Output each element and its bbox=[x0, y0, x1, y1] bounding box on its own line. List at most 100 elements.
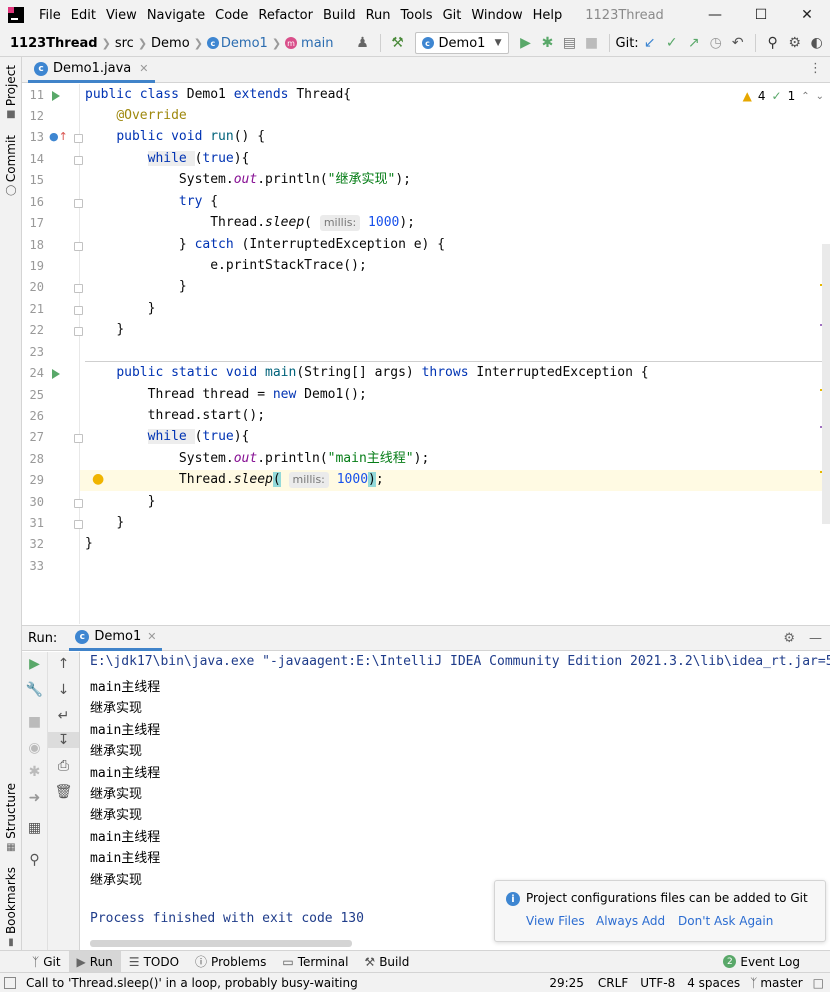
arrow-down-icon[interactable]: ↓ bbox=[48, 682, 79, 698]
fold-marker[interactable] bbox=[74, 499, 83, 508]
fold-marker[interactable] bbox=[74, 134, 83, 143]
terminal-tool-tab[interactable]: ▭ Terminal bbox=[274, 951, 356, 973]
java-class-icon: c bbox=[34, 61, 48, 76]
fold-marker[interactable] bbox=[74, 520, 83, 529]
menu-window[interactable]: Window bbox=[466, 8, 527, 23]
run-configuration-select[interactable]: c Demo1 ▼ bbox=[414, 32, 509, 54]
line-separator[interactable]: CRLF bbox=[598, 976, 628, 990]
search-icon[interactable]: ⚲ bbox=[762, 32, 784, 54]
rerun-icon[interactable]: ▶ bbox=[22, 656, 47, 672]
commit-tool-tab[interactable]: Commit ◯ bbox=[0, 135, 22, 196]
more-options-icon[interactable]: ⋮ bbox=[809, 61, 822, 76]
menu-navigate[interactable]: Navigate bbox=[142, 8, 210, 23]
gear-icon[interactable]: ⚙ bbox=[784, 32, 806, 54]
run-gutter-icon[interactable] bbox=[52, 91, 60, 101]
menu-code[interactable]: Code bbox=[210, 8, 253, 23]
layout-icon[interactable]: ▦ bbox=[22, 820, 47, 836]
editor-scrollbar[interactable] bbox=[822, 244, 830, 524]
rollback-icon[interactable]: ↶ bbox=[727, 32, 749, 54]
close-tab-icon[interactable]: ✕ bbox=[139, 62, 148, 75]
menu-build[interactable]: Build bbox=[318, 8, 361, 23]
debug-icon[interactable]: ✱ bbox=[22, 764, 47, 780]
code-with-me-icon[interactable]: ◐ bbox=[806, 32, 828, 54]
always-add-link[interactable]: Always Add bbox=[596, 914, 665, 928]
breadcrumb-src[interactable]: src bbox=[111, 36, 138, 51]
menu-edit[interactable]: Edit bbox=[66, 8, 101, 23]
run-gutter-icon[interactable] bbox=[52, 369, 60, 379]
code-editor[interactable]: 11 12 13 14 15 16 17 18 19 20 21 22 23 2… bbox=[22, 84, 830, 624]
toggle-tool-windows-icon[interactable] bbox=[4, 976, 16, 989]
breadcrumb-project[interactable]: 1123Thread bbox=[6, 36, 102, 51]
minimize-button[interactable]: — bbox=[692, 0, 738, 30]
hide-panel-icon[interactable]: — bbox=[809, 631, 822, 646]
dont-ask-again-link[interactable]: Don't Ask Again bbox=[678, 914, 773, 928]
print-icon[interactable]: ⎙ bbox=[48, 758, 79, 774]
close-button[interactable]: ✕ bbox=[784, 0, 830, 30]
fold-marker[interactable] bbox=[74, 284, 83, 293]
wrench-icon[interactable]: 🔧 bbox=[22, 682, 47, 698]
file-encoding[interactable]: UTF-8 bbox=[640, 976, 675, 990]
git-push-icon[interactable]: ↗ bbox=[683, 32, 705, 54]
run-tool-tab[interactable]: ▶ Run bbox=[68, 950, 121, 973]
scroll-to-end-icon[interactable]: ↧ bbox=[48, 732, 79, 748]
arrow-up-icon[interactable]: ↑ bbox=[48, 656, 79, 672]
menu-tools[interactable]: Tools bbox=[396, 8, 438, 23]
debug-icon[interactable]: ✱ bbox=[537, 32, 559, 54]
gear-icon[interactable]: ⚙ bbox=[783, 631, 795, 646]
fold-marker[interactable] bbox=[74, 434, 83, 443]
history-icon[interactable]: ◷ bbox=[705, 32, 727, 54]
stop-icon[interactable]: ■ bbox=[22, 714, 47, 730]
override-gutter-icon[interactable]: ●↑ bbox=[49, 130, 68, 143]
git-update-icon[interactable]: ↙ bbox=[639, 32, 661, 54]
login-icon[interactable]: ➜ bbox=[22, 790, 47, 806]
menu-run[interactable]: Run bbox=[361, 8, 396, 23]
menu-file[interactable]: File bbox=[34, 8, 66, 23]
fold-marker[interactable] bbox=[74, 306, 83, 315]
run-icon[interactable]: ▶ bbox=[515, 32, 537, 54]
trash-icon[interactable]: 🗑 bbox=[48, 784, 79, 800]
problems-tool-tab[interactable]: ⓘ Problems bbox=[187, 951, 274, 973]
bookmarks-tool-tab[interactable]: Bookmarks ▮ bbox=[0, 867, 22, 948]
git-commit-icon[interactable]: ✓ bbox=[661, 32, 683, 54]
view-files-link[interactable]: View Files bbox=[526, 914, 585, 928]
caret-position[interactable]: 29:25 bbox=[549, 976, 584, 990]
breadcrumb-package[interactable]: Demo bbox=[147, 36, 194, 51]
todo-tool-tab[interactable]: ☰ TODO bbox=[121, 951, 187, 973]
fold-marker[interactable] bbox=[74, 242, 83, 251]
soft-wrap-icon[interactable]: ↵ bbox=[48, 708, 79, 724]
user-icon[interactable]: ♟ bbox=[352, 32, 374, 54]
lock-icon[interactable]: □ bbox=[813, 976, 824, 990]
event-log-tab[interactable]: 2 Event Log bbox=[715, 951, 808, 973]
project-tool-tab[interactable]: Project ■ bbox=[0, 65, 22, 120]
menu-refactor[interactable]: Refactor bbox=[253, 8, 318, 23]
build-tool-tab[interactable]: ⚒ Build bbox=[356, 951, 417, 973]
fold-marker[interactable] bbox=[74, 327, 83, 336]
menu-view[interactable]: View bbox=[101, 8, 142, 23]
breadcrumb-class[interactable]: Demo1 bbox=[221, 36, 272, 51]
window-title: 1123Thread bbox=[585, 7, 664, 23]
camera-icon[interactable]: ◉ bbox=[22, 740, 47, 756]
fold-marker[interactable] bbox=[74, 156, 83, 165]
chevron-up-icon[interactable]: ⌃ bbox=[801, 91, 809, 102]
pin-icon[interactable]: ⚲ bbox=[22, 852, 47, 868]
close-tab-icon[interactable]: ✕ bbox=[147, 630, 156, 643]
code-line-18: } catch (InterruptedException e) { bbox=[178, 237, 446, 252]
stop-icon[interactable]: ■ bbox=[581, 32, 603, 54]
git-tool-tab[interactable]: ᛉ Git bbox=[24, 951, 69, 973]
chevron-down-icon[interactable]: ⌄ bbox=[816, 91, 824, 102]
git-branch[interactable]: master bbox=[760, 976, 802, 990]
indent-setting[interactable]: 4 spaces bbox=[687, 976, 740, 990]
fold-marker[interactable] bbox=[74, 199, 83, 208]
build-hammer-icon[interactable]: ⚒ bbox=[387, 32, 409, 54]
inspection-widget[interactable]: ▲ 4 ✓ 1 ⌃ ⌄ bbox=[743, 89, 824, 103]
breadcrumb-method[interactable]: main bbox=[297, 36, 337, 51]
structure-tool-tab[interactable]: Structure ▦ bbox=[0, 783, 22, 853]
line-number: 16 bbox=[29, 195, 44, 209]
coverage-icon[interactable]: ▤ bbox=[559, 32, 581, 54]
menu-help[interactable]: Help bbox=[528, 8, 568, 23]
maximize-button[interactable]: ☐ bbox=[738, 0, 784, 30]
run-tab-demo1[interactable]: c Demo1 ✕ bbox=[69, 625, 163, 651]
editor-tab-demo1[interactable]: c Demo1.java ✕ bbox=[28, 57, 155, 83]
console-horizontal-scrollbar[interactable] bbox=[90, 940, 352, 947]
menu-git[interactable]: Git bbox=[438, 8, 467, 23]
